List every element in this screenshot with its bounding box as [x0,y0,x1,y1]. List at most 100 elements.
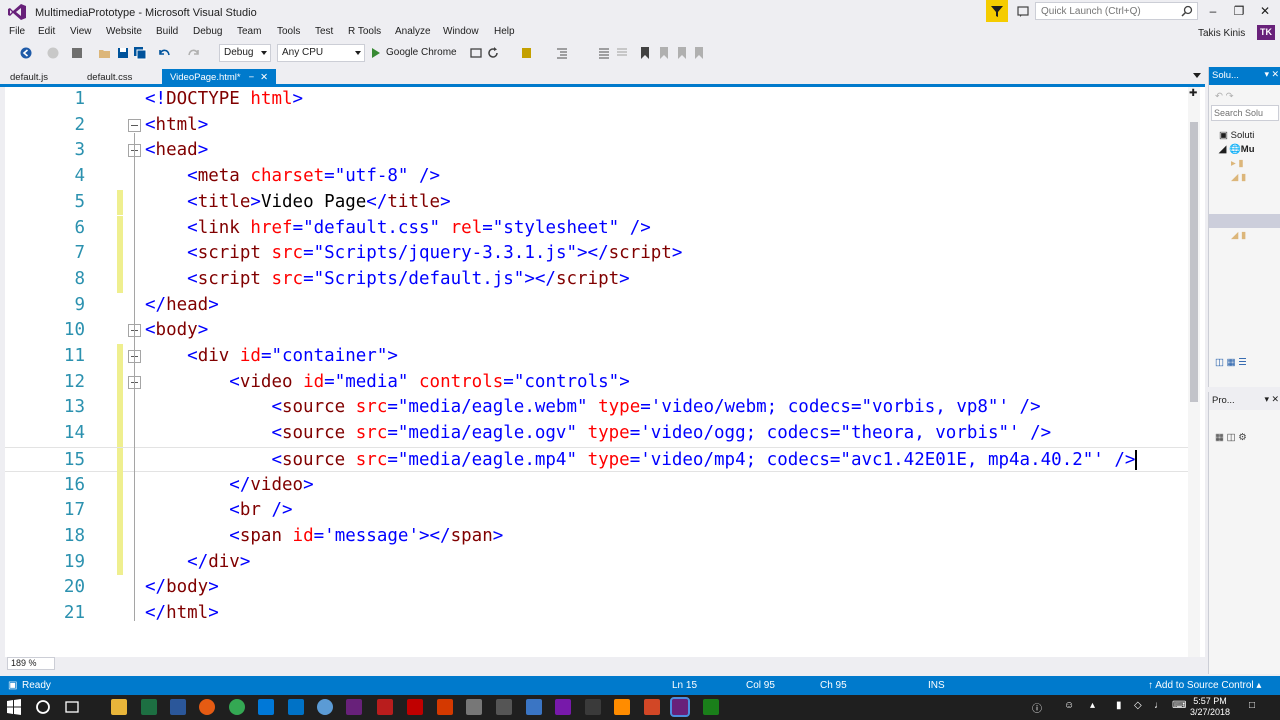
split-window-icon[interactable]: ✚ [1189,88,1197,99]
solution-configuration-select[interactable]: Debug [219,44,271,62]
open-file-icon[interactable] [98,46,112,60]
restore-button[interactable]: ❐ [1232,4,1246,18]
code-line[interactable]: 3 <head> [5,138,1190,164]
panel-pin-close-icons[interactable]: ▾ ✕ [1264,394,1279,405]
comment-icon[interactable] [597,46,611,60]
solution-search-input[interactable]: Search Solu [1211,105,1279,121]
properties-title[interactable]: Pro... ▾ ✕ [1209,392,1280,410]
menu-view[interactable]: View [70,26,92,37]
menu-edit[interactable]: Edit [38,26,55,37]
editor-vertical-scrollbar[interactable] [1188,87,1200,657]
previous-bookmark-icon[interactable] [675,46,689,60]
code-line[interactable]: 5 <title>Video Page</title> [5,189,1190,216]
code-line[interactable]: 9 </head> [5,293,1190,319]
bookmark-icon[interactable] [638,46,652,60]
menu-debug[interactable]: Debug [193,26,222,37]
globe-app-icon[interactable] [317,699,333,715]
uncomment-icon[interactable] [615,46,629,60]
code-line[interactable]: 8 <script src="Scripts/default.js"></scr… [5,266,1190,293]
excel-icon[interactable] [141,699,157,715]
scrollbar-thumb[interactable] [1190,122,1198,402]
browser-link-icon[interactable] [469,46,483,60]
properties-toolbar-icons[interactable]: ▦ ◫ ⚙ [1215,432,1247,443]
windows-start-icon[interactable] [6,699,22,715]
quick-launch-input[interactable] [1036,3,1176,19]
code-line[interactable]: 1 <!DOCTYPE html> [5,87,1190,113]
refresh-icon[interactable] [486,46,500,60]
code-line[interactable]: 11 <div id="container"> [5,344,1190,370]
menu-build[interactable]: Build [156,26,178,37]
onenote-icon[interactable] [555,699,571,715]
menu-analyze[interactable]: Analyze [395,26,431,37]
code-line[interactable]: 10 <body> [5,318,1190,344]
code-line[interactable]: 6 <link href="default.css" rel="styleshe… [5,215,1190,242]
code-line[interactable]: 15 <source src="media/eagle.mp4" type='v… [5,446,1190,474]
code-line[interactable]: 20 </body> [5,575,1190,601]
navigate-back-icon[interactable] [19,46,33,60]
code-line[interactable]: 17 <br /> [5,498,1190,524]
menu-team[interactable]: Team [237,26,261,37]
powerpoint-icon[interactable] [644,699,660,715]
code-editor[interactable]: 1 <!DOCTYPE html> 2 <html> 3 <head> 4 <meta ch… [5,87,1205,657]
panel-pin-close-icons[interactable]: ▾ ✕ [1264,69,1279,80]
notification-icon[interactable] [1016,4,1030,18]
tab-overflow-dropdown-icon[interactable] [1193,73,1201,78]
code-line[interactable]: 7 <script src="Scripts/jquery-3.3.1.js">… [5,241,1190,267]
add-to-source-control-button[interactable]: ↑ Add to Source Control ▴ [1148,680,1261,691]
cortana-icon[interactable] [35,699,51,715]
menu-r-tools[interactable]: R Tools [348,26,381,37]
navigate-forward-icon[interactable] [46,46,60,60]
menu-help[interactable]: Help [494,26,515,37]
new-project-icon[interactable] [70,46,84,60]
close-tab-icon[interactable]: ✕ [260,72,268,83]
task-view-icon[interactable] [64,699,80,715]
user-name[interactable]: Takis Kinis [1198,28,1245,39]
volume-icon[interactable]: ♩ [1154,700,1164,711]
r-app-icon[interactable] [377,699,393,715]
next-bookmark-icon[interactable] [657,46,671,60]
menu-file[interactable]: File [9,26,25,37]
input-icon[interactable]: ⌨ [1172,700,1186,711]
quick-launch-box[interactable] [1035,2,1198,20]
code-line[interactable]: 21 </html> [5,601,1190,627]
code-line[interactable]: 14 <source src="media/eagle.ogv" type='v… [5,421,1190,447]
selected-tree-row[interactable] [1209,214,1280,228]
tray-chevron-icon[interactable]: ▴ [1090,700,1095,711]
file-explorer-icon[interactable] [111,699,127,715]
save-all-icon[interactable] [133,46,147,60]
battery-icon[interactable]: ▮ [1116,700,1122,711]
code-line[interactable]: 12 <video id="media" controls="controls"… [5,369,1190,396]
collapse-icon[interactable] [128,118,141,132]
filezilla-icon[interactable] [437,699,453,715]
action-center-icon[interactable]: □ [1249,700,1255,711]
code-line[interactable]: 18 <span id='message'></span> [5,523,1190,550]
dreamweaver-icon[interactable] [703,699,719,715]
clear-bookmarks-icon[interactable] [692,46,706,60]
code-line[interactable]: 16 </video> [5,472,1190,499]
panel-toolbar-icons[interactable]: ◫ ▦ ☰ [1215,357,1247,368]
find-in-files-icon[interactable] [520,46,534,60]
undo-icon[interactable] [157,46,171,60]
acrobat-icon[interactable] [407,699,423,715]
sync-icon[interactable]: ↶ ↷ [1215,91,1234,102]
outlook-icon[interactable] [288,699,304,715]
user-avatar[interactable]: TK [1257,25,1275,40]
tree-folder-node[interactable]: ◢ ▮ [1231,230,1246,241]
app-icon[interactable] [496,699,512,715]
app-icon[interactable] [466,699,482,715]
code-line[interactable]: 2 <html> [5,113,1190,139]
edge-icon[interactable] [258,699,274,715]
people-icon[interactable]: ☺ [1064,700,1074,711]
tree-solution-node[interactable]: ▣ Soluti [1219,130,1254,141]
app-icon[interactable] [614,699,630,715]
tree-project-node[interactable]: ◢ 🌐Mu [1219,144,1255,155]
menu-window[interactable]: Window [443,26,479,37]
tree-folder-node[interactable]: ▸ ▮ [1231,158,1244,169]
app-icon[interactable] [526,699,542,715]
menu-website[interactable]: Website [106,26,142,37]
word-icon[interactable] [170,699,186,715]
close-window-button[interactable]: ✕ [1258,4,1272,18]
taskbar-clock[interactable]: 5:57 PM 3/27/2018 [1190,696,1230,718]
indent-icon[interactable] [555,46,569,60]
network-icon[interactable]: ◇ [1134,700,1142,711]
